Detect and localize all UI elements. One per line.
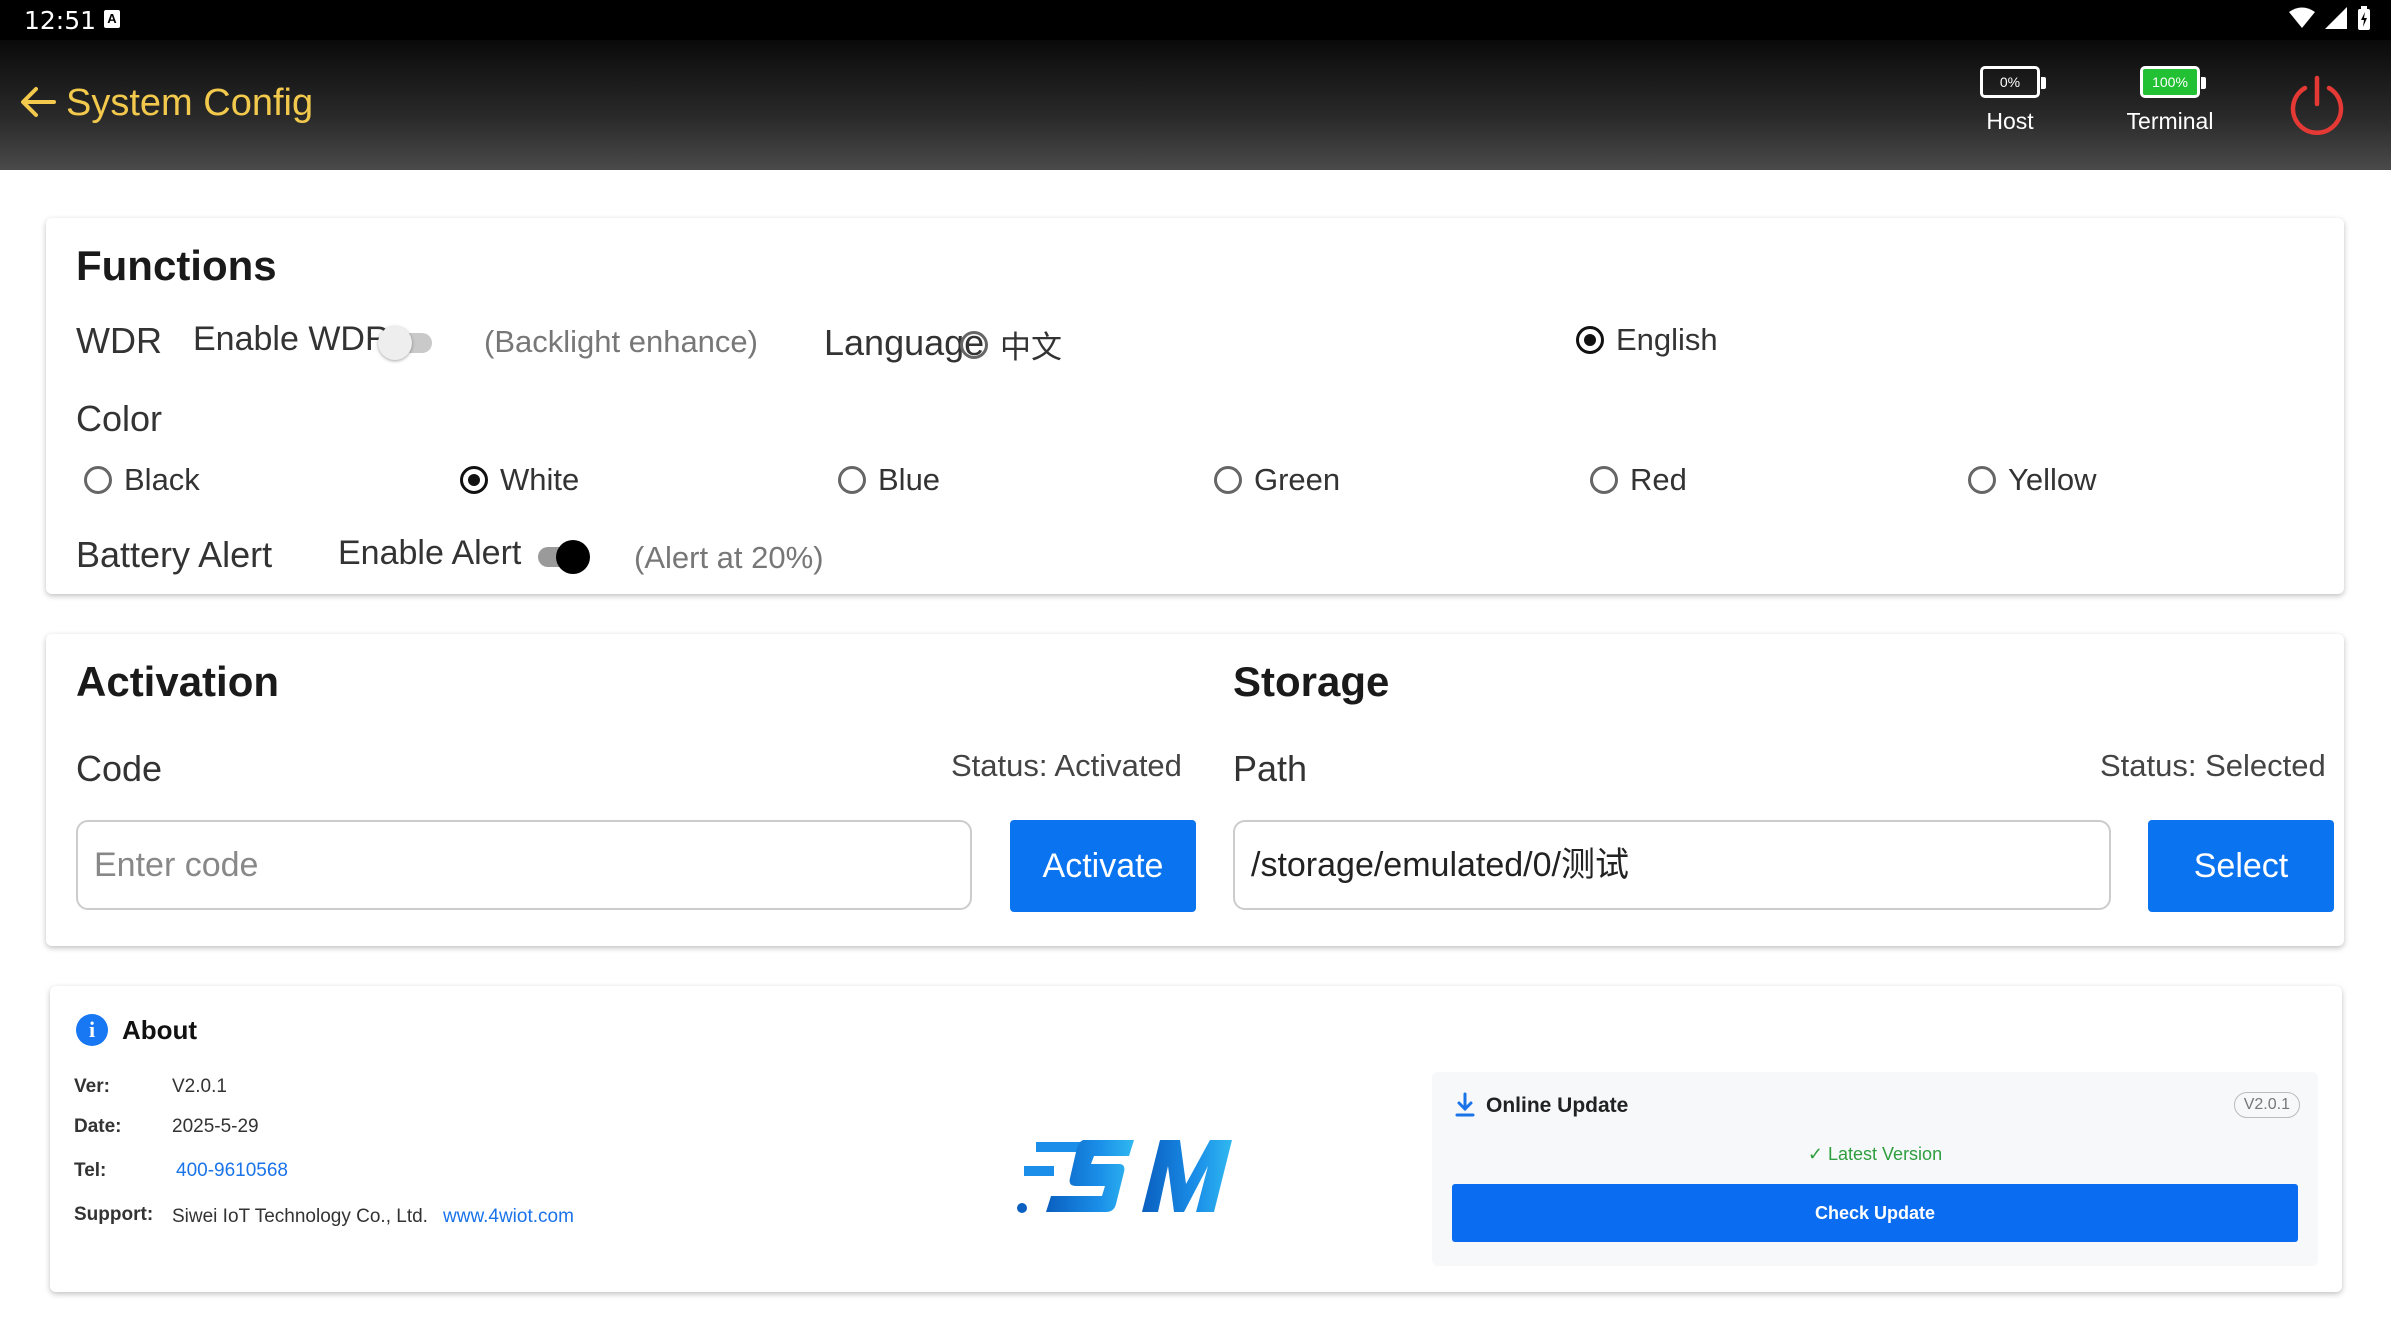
battery-alert-toggle[interactable]: [534, 538, 590, 574]
date-key: Date:: [74, 1116, 122, 1137]
path-label: Path: [1233, 748, 1308, 789]
wifi-icon: [2289, 7, 2315, 28]
activation-storage-card: Activation Code Status: Activated Enter …: [46, 634, 2344, 946]
color-option-black[interactable]: Black: [84, 462, 200, 498]
battery-alert-hint: (Alert at 20%): [634, 540, 824, 575]
sm-logo-icon: [1017, 1140, 1232, 1213]
status-bar: 12:51 A: [0, 0, 2391, 40]
wdr-hint: (Backlight enhance): [484, 324, 758, 359]
tel-link[interactable]: 400-9610568: [176, 1160, 288, 1182]
page-title: System Config: [66, 82, 314, 124]
wdr-toggle[interactable]: [378, 324, 432, 360]
tel-key: Tel:: [74, 1160, 107, 1181]
support-value: Siwei IoT Technology Co., Ltd.: [172, 1206, 428, 1227]
date-value: 2025-5-29: [172, 1116, 259, 1137]
about-card: i About Ver: V2.0.1 Date: 2025-5-29 Tel:…: [50, 986, 2342, 1292]
color-option-red[interactable]: Red: [1590, 462, 1687, 498]
code-label: Code: [76, 748, 163, 789]
color-label: Color: [76, 398, 163, 439]
path-input[interactable]: /storage/emulated/0/测试: [1233, 820, 2111, 910]
language-option-english[interactable]: English: [1576, 322, 1718, 358]
radio-selected-icon: [460, 466, 488, 494]
arrow-left-icon[interactable]: [16, 80, 60, 124]
app-bar: System Config 0% Host 100% Terminal: [0, 40, 2391, 170]
support-key: Support:: [74, 1204, 154, 1225]
radio-icon: [960, 330, 988, 359]
host-label: Host: [1986, 108, 2034, 134]
wdr-label: WDR: [76, 320, 162, 361]
activation-title: Activation: [76, 658, 280, 705]
ver-key: Ver:: [74, 1076, 110, 1097]
notification-a-icon: A: [104, 10, 120, 28]
website-link[interactable]: www.4wiot.com: [443, 1206, 574, 1228]
radio-icon: [84, 466, 112, 494]
battery-alert-label: Battery Alert: [76, 534, 273, 575]
radio-icon: [1214, 466, 1242, 494]
latest-version-text: ✓ Latest Version: [1807, 1144, 1943, 1164]
language-option-chinese[interactable]: 中文: [960, 322, 1062, 367]
activate-button[interactable]: Activate: [1010, 820, 1196, 912]
signal-icon: [2325, 7, 2347, 29]
color-option-yellow[interactable]: Yellow: [1968, 462, 2096, 498]
terminal-battery: 100% Terminal: [2120, 66, 2220, 135]
power-icon[interactable]: [2286, 74, 2348, 136]
functions-title: Functions: [76, 242, 277, 289]
download-icon: [1455, 1092, 1475, 1117]
color-option-green[interactable]: Green: [1214, 462, 1340, 498]
about-title: i About: [76, 1014, 197, 1046]
radio-icon: [1590, 466, 1618, 494]
check-update-button[interactable]: Check Update: [1452, 1184, 2298, 1242]
activation-status: Status: Activated: [951, 748, 1182, 783]
code-input[interactable]: Enter code: [76, 820, 972, 910]
select-button[interactable]: Select: [2148, 820, 2334, 912]
online-update-title: Online Update: [1486, 1094, 1629, 1117]
battery-status-icon: [2358, 6, 2370, 30]
radio-icon: [1968, 466, 1996, 494]
status-time: 12:51: [24, 6, 97, 35]
color-option-blue[interactable]: Blue: [838, 462, 940, 498]
system-icons: [2289, 6, 2371, 30]
host-battery-icon: 0%: [1980, 66, 2046, 98]
color-option-white[interactable]: White: [460, 462, 579, 498]
info-icon: i: [76, 1014, 108, 1046]
functions-card: Functions WDR Enable WDR (Backlight enha…: [46, 218, 2344, 594]
radio-icon: [838, 466, 866, 494]
ver-value: V2.0.1: [172, 1076, 227, 1097]
host-battery: 0% Host: [1980, 66, 2046, 135]
enable-wdr-label: Enable WDR: [193, 320, 390, 358]
online-update-panel: Online Update V2.0.1 ✓ Latest Version Ch…: [1432, 1072, 2318, 1266]
storage-title: Storage: [1233, 658, 1390, 705]
radio-selected-icon: [1576, 326, 1604, 354]
enable-alert-label: Enable Alert: [338, 534, 522, 572]
storage-status: Status: Selected: [2100, 748, 2326, 783]
terminal-label: Terminal: [2126, 108, 2214, 134]
version-badge: V2.0.1: [2233, 1092, 2300, 1118]
terminal-battery-icon: 100%: [2140, 66, 2206, 98]
